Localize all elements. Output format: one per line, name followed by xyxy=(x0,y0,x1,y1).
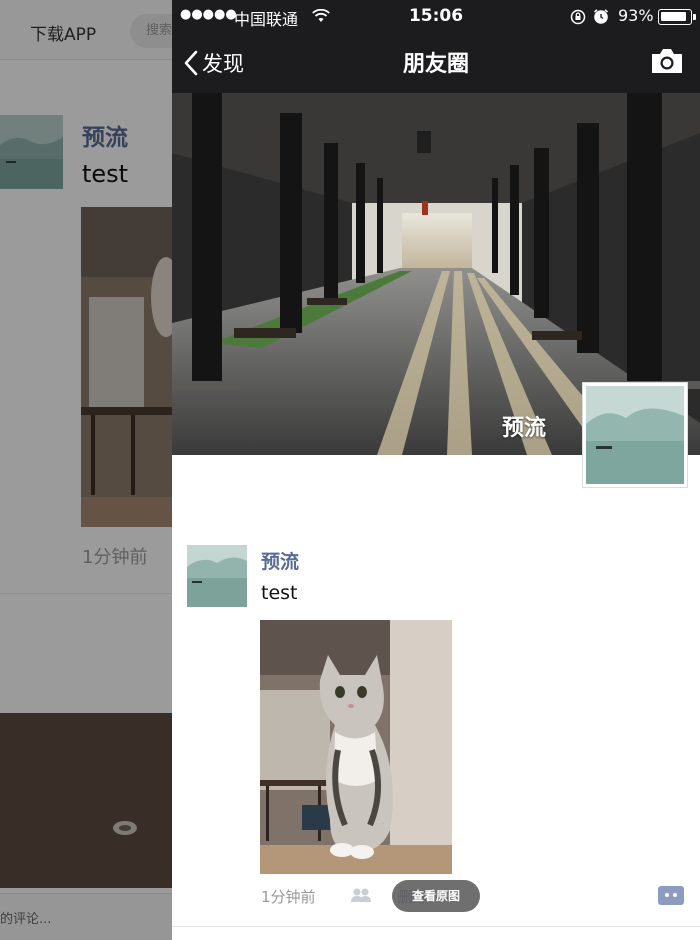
dot xyxy=(673,893,677,897)
rotation-lock-icon xyxy=(570,9,586,25)
post-divider xyxy=(172,926,700,927)
post-text: test xyxy=(261,582,298,604)
view-original-image-button[interactable]: 查看原图 xyxy=(392,880,480,912)
status-bar: ●●●●● 中国联通 15:06 93% xyxy=(172,0,700,33)
alarm-icon xyxy=(593,9,609,24)
post-author-avatar[interactable] xyxy=(187,545,247,607)
comment-menu-button[interactable] xyxy=(658,886,684,905)
post-author-name[interactable]: 预流 xyxy=(261,547,299,574)
battery-percent: 93% xyxy=(618,6,654,25)
nav-bar: 发现 朋友圈 xyxy=(172,33,700,93)
battery-fill xyxy=(661,12,686,21)
post-time: 1分钟前 xyxy=(261,888,316,906)
battery-icon xyxy=(658,9,696,25)
dot xyxy=(665,893,669,897)
cover-user-name[interactable]: 预流 xyxy=(502,410,546,442)
cover-avatar[interactable] xyxy=(582,382,688,488)
post-photo[interactable] xyxy=(260,620,452,874)
friends-visibility-icon xyxy=(351,888,371,902)
page-title: 朋友圈 xyxy=(402,52,469,77)
cover-avatar-image xyxy=(586,386,684,484)
camera-icon[interactable] xyxy=(650,47,684,75)
moments-screen: ●●●●● 中国联通 15:06 93% 发现 朋友圈 预流 预流 test 1… xyxy=(172,0,700,940)
